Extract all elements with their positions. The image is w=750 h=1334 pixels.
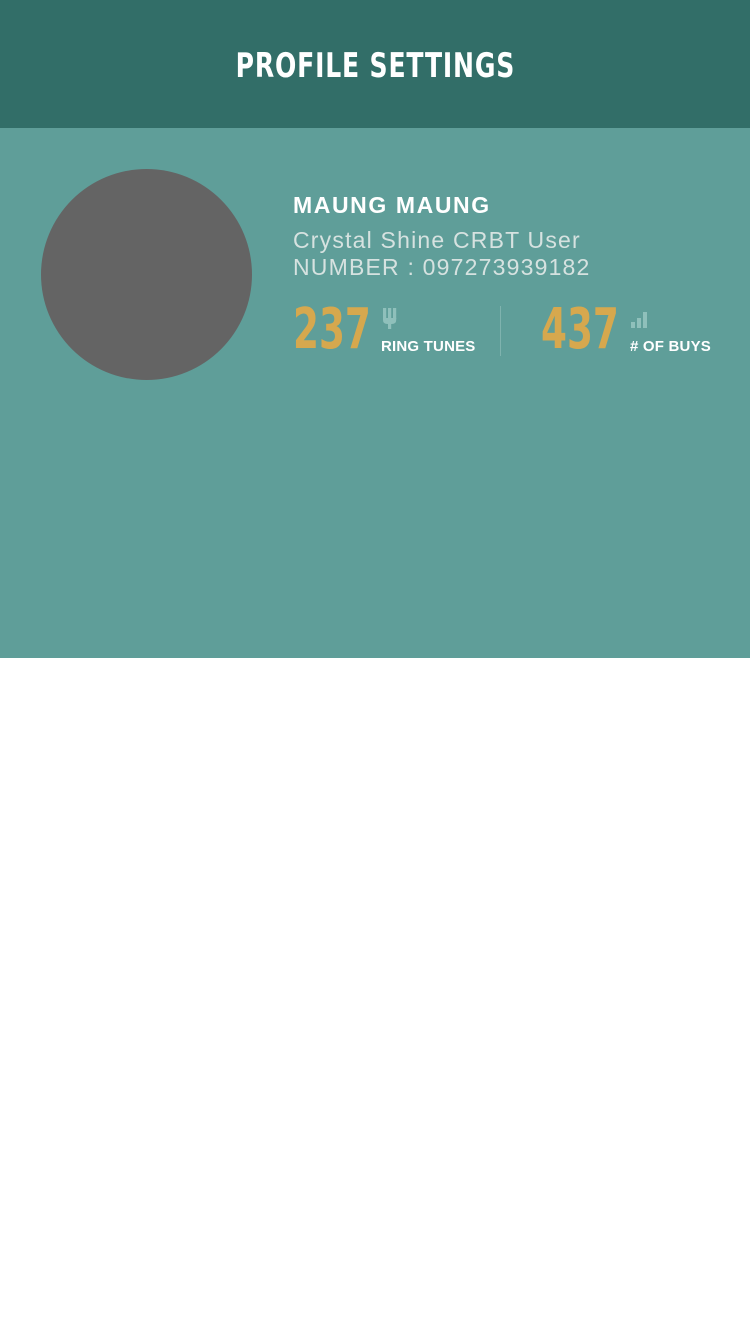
buys-count: 437 [541,297,619,362]
header-bar: PROFILE SETTINGS [0,0,750,128]
ring-tunes-label: RING TUNES [381,338,476,355]
buys-label: # OF BUYS [630,338,711,355]
user-name: MAUNG MAUNG [293,192,491,218]
profile-panel: MAUNG MAUNG Crystal Shine CRBT User NUMB… [0,128,750,658]
tuning-fork-icon [381,308,401,330]
ring-tunes-stat[interactable]: 237 RING TUNES [293,300,483,360]
avatar[interactable] [41,169,252,380]
user-phone-number: NUMBER : 097273939182 [293,254,591,280]
buys-stat[interactable]: 437 # OF BUYS [541,300,741,360]
app-screen: PROFILE SETTINGS MAUNG MAUNG Crystal Shi… [0,0,750,1334]
bar-chart-icon [630,308,650,330]
page-title: PROFILE SETTINGS [235,46,515,86]
ring-tunes-count: 237 [293,297,371,362]
stats-divider [500,306,501,356]
user-role: Crystal Shine CRBT User [293,227,581,253]
